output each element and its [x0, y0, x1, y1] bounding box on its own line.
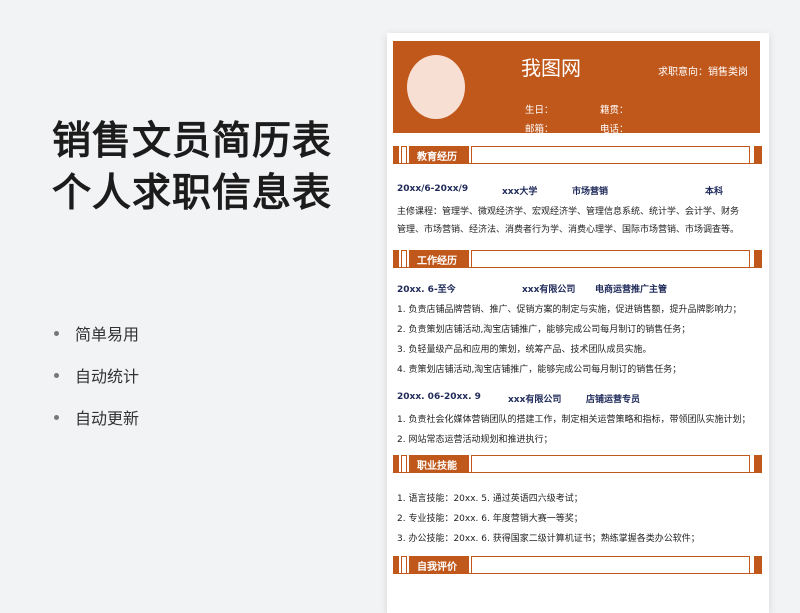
section-header-work: 工作经历 — [393, 250, 762, 268]
job-position: 电商运营推广主管 — [595, 285, 668, 295]
origin-label: 籍贯： — [600, 105, 629, 116]
resume-header: 我图网 求职意向：销售类岗 生日： 籍贯： 邮箱： 电话： — [393, 41, 760, 135]
feature-item: 自动更新 — [54, 396, 139, 438]
edu-degree: 本科 — [705, 187, 724, 197]
section-title: 职业技能 — [409, 455, 465, 473]
job-duty: 4. 责策划店铺活动,淘宝店铺推广，能够完成公司每月制订的销售任务； — [397, 365, 682, 375]
bullet-icon — [54, 330, 59, 336]
bullet-icon — [54, 414, 59, 420]
birthday-label: 生日： — [525, 105, 554, 116]
job-period: 20xx. 6-至今 — [397, 285, 456, 295]
job-duty: 3. 负轻量级产品和应用的策划，统筹产品、技术团队成员实施。 — [397, 345, 652, 355]
edu-major: 市场营销 — [572, 187, 609, 197]
job-duty: 1. 负责店铺品牌营销、推广、促销方案的制定与实施，促进销售额，提升品牌影响力； — [397, 305, 742, 315]
bullet-icon — [54, 372, 59, 378]
skill-item: 3. 办公技能：20xx. 6. 获得国家二级计算机证书；熟练掌握各类办公软件； — [397, 534, 700, 544]
feature-item: 简单易用 — [54, 312, 139, 354]
section-header-education: 教育经历 — [393, 146, 762, 164]
section-header-skills: 职业技能 — [393, 455, 762, 473]
section-title: 工作经历 — [409, 250, 465, 268]
skill-item: 2. 专业技能：20xx. 6. 年度营销大赛一等奖； — [397, 514, 583, 524]
resume-sheet: 我图网 求职意向：销售类岗 生日： 籍贯： 邮箱： 电话： 教育经历 20xx/… — [387, 33, 769, 613]
feature-list: 简单易用 自动统计 自动更新 — [54, 312, 139, 438]
edu-courses: 管理、市场营销、经济法、消费者行为学、消费心理学、国际市场营销、市场调查等。 — [397, 225, 740, 235]
resume-name: 我图网 — [521, 56, 581, 80]
skill-item: 1. 语言技能：20xx. 5. 通过英语四六级考试； — [397, 494, 583, 504]
job-duty: 2. 负责策划店铺活动,淘宝店铺推广，能够完成公司每月制订的销售任务； — [397, 325, 691, 335]
section-title: 教育经历 — [409, 146, 465, 164]
avatar — [407, 55, 465, 119]
job-company: xxx有限公司 — [508, 395, 562, 405]
job-duty: 1. 负责社会化媒体营销团队的搭建工作，制定相关运营策略和指标，带领团队实施计划… — [397, 415, 751, 425]
edu-courses: 主修课程：管理学、微观经济学、宏观经济学、管理信息系统、统计学、会计学、财务 — [397, 207, 740, 217]
phone-label: 电话： — [600, 124, 629, 135]
section-title: 自我评价 — [409, 556, 465, 574]
job-intent: 求职意向：销售类岗 — [658, 67, 748, 78]
edu-period: 20xx/6-20xx/9 — [397, 184, 469, 194]
edu-school: xxx大学 — [502, 187, 538, 197]
title-line-1: 销售文员简历表 — [52, 119, 333, 164]
job-duty: 2. 网站常态运营活动规划和推进执行； — [397, 435, 553, 445]
job-position: 店铺运营专员 — [586, 395, 641, 405]
email-label: 邮箱： — [525, 124, 554, 135]
page-title: 销售文员简历表 个人求职信息表 — [52, 116, 332, 220]
job-company: xxx有限公司 — [522, 285, 576, 295]
section-header-self-eval: 自我评价 — [393, 556, 762, 574]
feature-item: 自动统计 — [54, 354, 139, 396]
job-period: 20xx. 06-20xx. 9 — [397, 392, 481, 402]
title-line-2: 个人求职信息表 — [52, 171, 333, 216]
